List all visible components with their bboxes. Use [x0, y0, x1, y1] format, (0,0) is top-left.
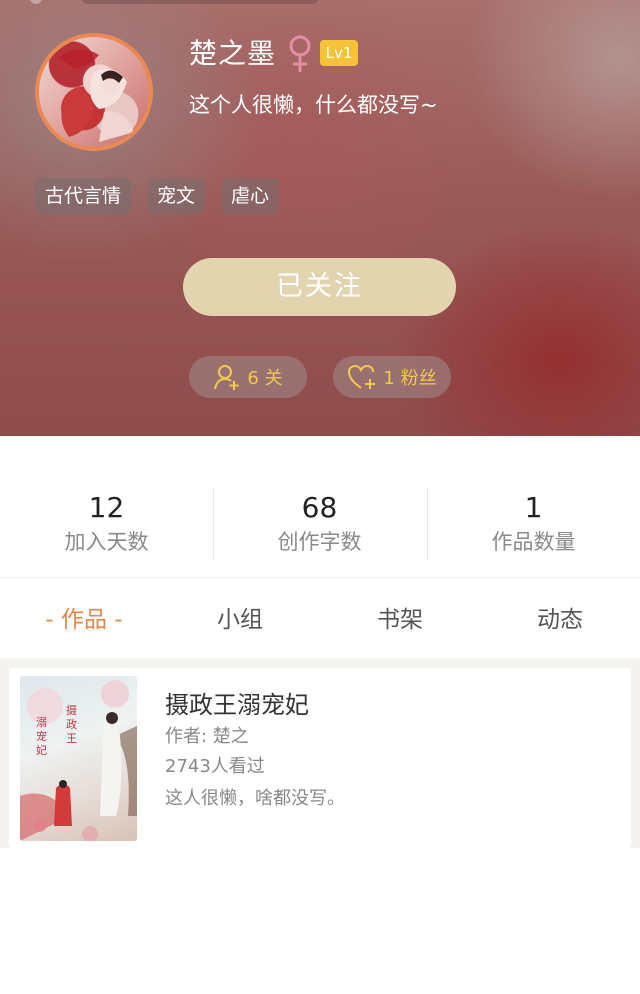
- tag-chip[interactable]: 虐心: [221, 178, 280, 214]
- stat-value: 12: [88, 491, 125, 524]
- tag-list: 古代言情 宠文 虐心: [35, 178, 280, 214]
- fans-count-button[interactable]: 1 粉丝: [333, 356, 451, 398]
- stat-label: 作品数量: [491, 530, 576, 554]
- fans-label: 1 粉丝: [383, 368, 437, 389]
- follow-button[interactable]: 已关注: [183, 258, 456, 316]
- stat-work-count: 1 作品数量: [427, 490, 640, 558]
- top-bar-fragment: [80, 0, 320, 4]
- heart-add-icon: [348, 364, 376, 389]
- book-views: 2743人看过: [165, 756, 265, 777]
- stat-label: 创作字数: [277, 530, 362, 554]
- tab-bookshelf[interactable]: 书架: [320, 578, 480, 658]
- book-title[interactable]: 摄政王溺宠妃: [165, 688, 309, 722]
- username: 楚之墨: [189, 37, 277, 70]
- female-symbol-icon: [287, 34, 313, 74]
- empty-area: [0, 848, 640, 994]
- stat-word-count: 68 创作字数: [213, 490, 426, 558]
- list-item[interactable]: 溺宠妃 摄政王 摄政王溺宠妃 作者: 楚之 2743人看过 这人很懒，啥都没写。: [9, 668, 631, 848]
- level-badge: Lv1: [320, 40, 358, 66]
- cover-title-right: 摄政王: [66, 704, 77, 745]
- tab-works[interactable]: - 作品 -: [4, 578, 164, 658]
- stat-value: 68: [301, 491, 338, 524]
- cover-title-left: 溺宠妃: [36, 716, 47, 757]
- tab-groups[interactable]: 小组: [160, 578, 320, 658]
- add-user-icon: [214, 365, 239, 390]
- following-label: 6 关: [247, 368, 283, 389]
- stat-value: 1: [524, 491, 543, 524]
- profile-tabs: - 作品 - 小组 书架 动态: [0, 578, 640, 658]
- book-cover[interactable]: 溺宠妃 摄政王: [20, 676, 137, 841]
- book-author: 作者: 楚之: [165, 726, 249, 747]
- back-icon[interactable]: [30, 0, 42, 4]
- stat-join-days: 12 加入天数: [0, 490, 213, 558]
- avatar[interactable]: [35, 33, 153, 151]
- stats-bar: 12 加入天数 68 创作字数 1 作品数量: [0, 436, 640, 578]
- book-description: 这人很懒，啥都没写。: [165, 788, 345, 809]
- tag-chip[interactable]: 古代言情: [35, 178, 132, 214]
- stat-label: 加入天数: [64, 530, 149, 554]
- tab-activity[interactable]: 动态: [480, 578, 640, 658]
- bio-text: 这个人很懒，什么都没写~: [189, 93, 438, 117]
- following-count-button[interactable]: 6 关: [189, 356, 307, 398]
- profile-header: 楚之墨 Lv1 这个人很懒，什么都没写~ 古代言情 宠文 虐心 已关注 6 关 …: [0, 0, 640, 436]
- tag-chip[interactable]: 宠文: [147, 178, 206, 214]
